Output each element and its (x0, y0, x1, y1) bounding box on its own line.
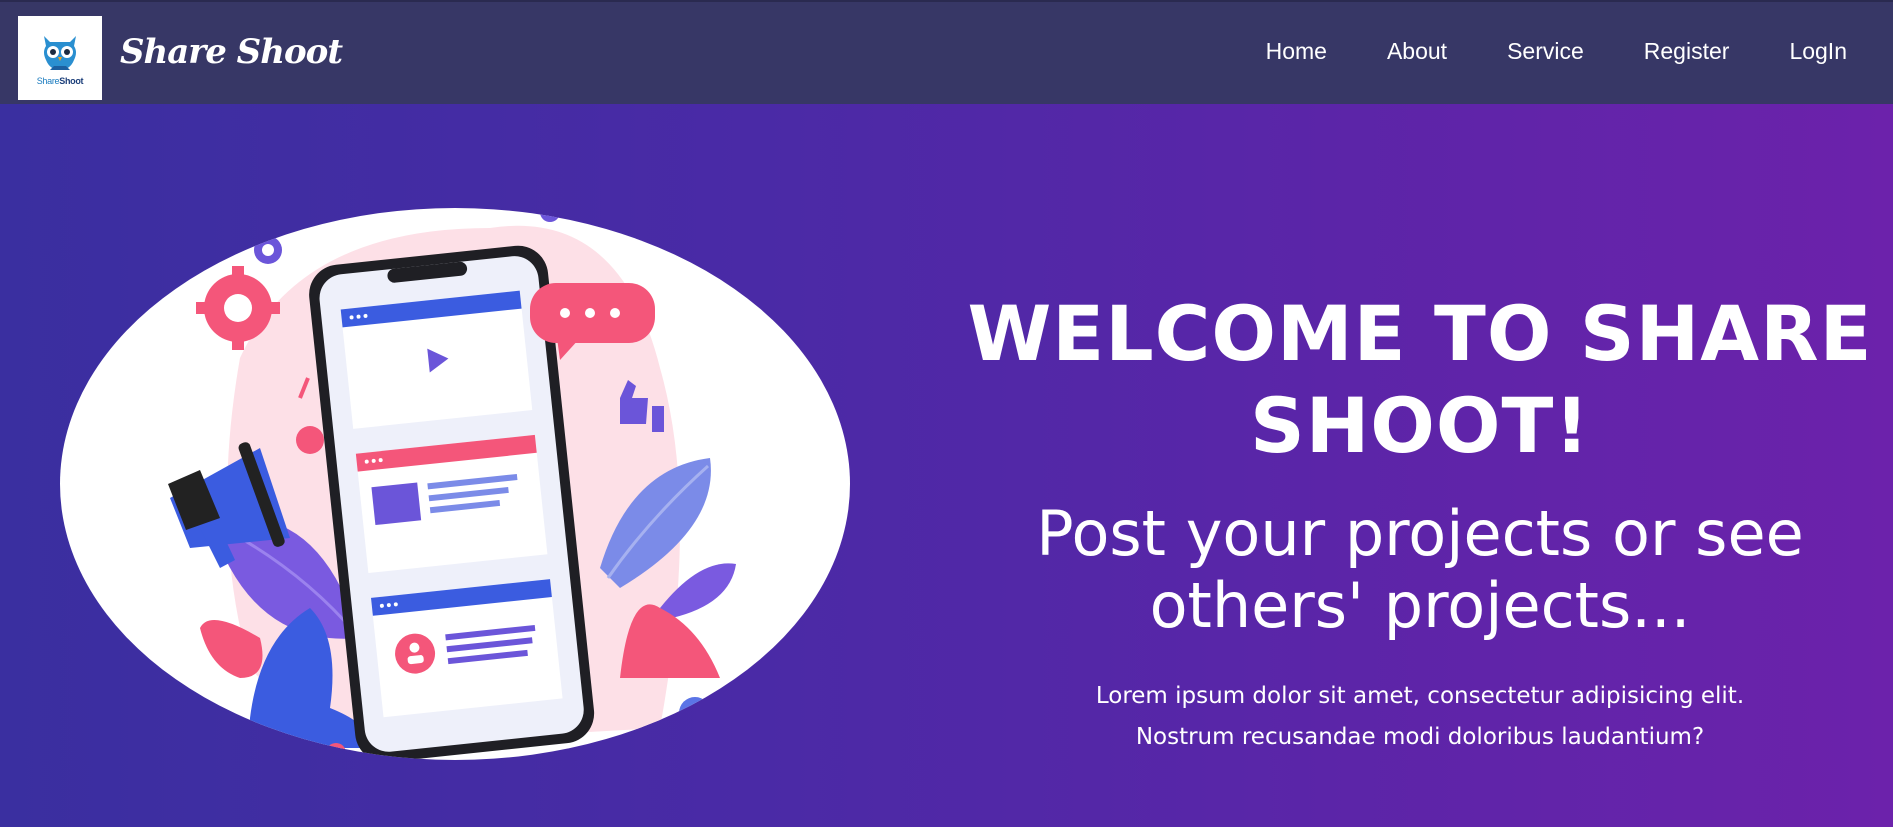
brand-name[interactable]: Share Shoot (120, 32, 343, 72)
hero-description: Lorem ipsum dolor sit amet, consectetur … (960, 676, 1880, 758)
nav-link-about[interactable]: About (1387, 38, 1447, 65)
hero-title-line2: SHOOT! (1249, 381, 1591, 470)
nav-links: Home About Service Register LogIn (1206, 38, 1847, 65)
hero-subtitle-line2: others' projects... (1149, 569, 1691, 642)
logo[interactable]: ShareShoot (18, 16, 102, 100)
hero-description-line1: Lorem ipsum dolor sit amet, consectetur … (1095, 683, 1745, 709)
nav-link-register[interactable]: Register (1644, 38, 1730, 65)
hero-illustration (60, 208, 850, 760)
hero-description-line2: Nostrum recusandae modi doloribus laudan… (1135, 724, 1705, 750)
hero-subtitle-line1: Post your projects or see (1036, 497, 1804, 570)
nav-link-service[interactable]: Service (1507, 38, 1584, 65)
hero-title: WELCOME TO SHARE SHOOT! (960, 288, 1880, 472)
hero-subtitle: Post your projects or see others' projec… (960, 498, 1880, 642)
logo-caption: ShareShoot (36, 76, 84, 86)
navbar: ShareShoot Share Shoot Home About Servic… (0, 0, 1893, 104)
hero-text: WELCOME TO SHARE SHOOT! Post your projec… (960, 288, 1880, 758)
hero-title-line1: WELCOME TO SHARE (967, 289, 1873, 378)
nav-link-login[interactable]: LogIn (1789, 38, 1847, 65)
nav-link-home[interactable]: Home (1266, 38, 1327, 65)
phone-illustration (168, 208, 736, 760)
owl-logo-icon (44, 36, 76, 70)
